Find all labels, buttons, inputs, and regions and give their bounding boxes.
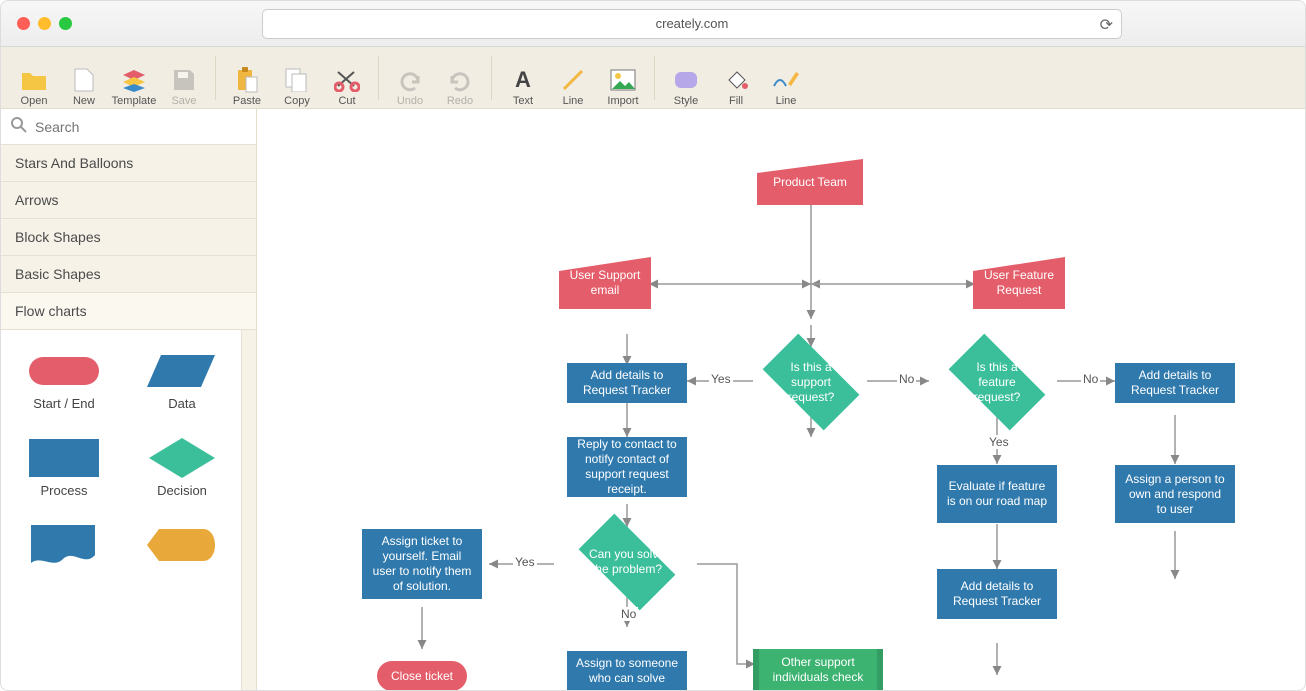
node-is-feature[interactable]: Is this a feature request? <box>937 347 1057 417</box>
open-button[interactable]: Open <box>9 49 59 107</box>
line-style-button[interactable]: Line <box>761 49 811 107</box>
paste-button[interactable]: Paste <box>222 49 272 107</box>
category-flow-charts[interactable]: Flow charts <box>1 293 256 330</box>
search-icon <box>11 117 27 136</box>
save-button[interactable]: Save <box>159 49 209 107</box>
node-other-support[interactable]: Other support individuals check <box>753 649 883 690</box>
node-add-details-1[interactable]: Add details to Request Tracker <box>567 363 687 403</box>
search <box>1 109 256 145</box>
label-no-3: No <box>619 607 638 621</box>
body: Stars And Balloons Arrows Block Shapes B… <box>1 109 1305 690</box>
copy-icon <box>285 65 309 95</box>
titlebar: creately.com ⟳ <box>1 1 1305 47</box>
node-assign-someone[interactable]: Assign to someone who can solve <box>567 651 687 690</box>
palette-document[interactable] <box>9 520 119 570</box>
redo-button[interactable]: Redo <box>435 49 485 107</box>
toolbar: Open New Template Save Paste C <box>1 47 1305 109</box>
line-button[interactable]: Line <box>548 49 598 107</box>
node-assign-person[interactable]: Assign a person to own and respond to us… <box>1115 465 1235 523</box>
node-assign-ticket[interactable]: Assign ticket to yourself. Email user to… <box>362 529 482 599</box>
palette-process[interactable]: Process <box>9 433 119 498</box>
line-icon <box>561 65 585 95</box>
window-controls <box>17 17 72 30</box>
node-user-feature-request[interactable]: User Feature Request <box>973 257 1065 309</box>
style-icon <box>673 65 699 95</box>
image-icon <box>610 65 636 95</box>
node-reply-contact[interactable]: Reply to contact to notify contact of su… <box>567 437 687 497</box>
node-user-support-email[interactable]: User Support email <box>559 257 651 309</box>
minimize-window-button[interactable] <box>38 17 51 30</box>
import-button[interactable]: Import <box>598 49 648 107</box>
node-close-ticket[interactable]: Close ticket <box>377 661 467 690</box>
palette-start-end[interactable]: Start / End <box>9 346 119 411</box>
label-no-2: No <box>1081 372 1100 386</box>
node-is-support[interactable]: Is this a support request? <box>751 347 871 417</box>
label-yes-1: Yes <box>709 372 733 386</box>
search-input[interactable] <box>33 118 246 136</box>
palette-decision[interactable]: Decision <box>127 433 237 498</box>
shape-palette: Start / End Data Process Decision <box>1 330 256 690</box>
template-button[interactable]: Template <box>109 49 159 107</box>
fill-icon <box>723 65 749 95</box>
text-button[interactable]: A Text <box>498 49 548 107</box>
category-basic-shapes[interactable]: Basic Shapes <box>1 256 256 293</box>
clipboard-icon <box>236 65 258 95</box>
layers-icon <box>121 65 147 95</box>
node-product-team[interactable]: Product Team <box>757 159 863 205</box>
reload-icon[interactable]: ⟳ <box>1100 15 1113 35</box>
node-evaluate-feature[interactable]: Evaluate if feature is on our road map <box>937 465 1057 523</box>
app-window: creately.com ⟳ Open New Template Save <box>0 0 1306 691</box>
maximize-window-button[interactable] <box>59 17 72 30</box>
scrollbar-thumb[interactable] <box>244 340 254 400</box>
url-bar[interactable]: creately.com ⟳ <box>262 9 1122 39</box>
category-arrows[interactable]: Arrows <box>1 182 256 219</box>
category-stars-balloons[interactable]: Stars And Balloons <box>1 145 256 182</box>
scissors-icon <box>334 65 360 95</box>
redo-icon <box>448 65 472 95</box>
label-yes-2: Yes <box>987 435 1011 449</box>
palette-data[interactable]: Data <box>127 346 237 411</box>
sidebar: Stars And Balloons Arrows Block Shapes B… <box>1 109 257 690</box>
palette-display[interactable] <box>127 520 237 570</box>
save-icon <box>173 65 195 95</box>
url-text: creately.com <box>656 16 729 31</box>
style-button[interactable]: Style <box>661 49 711 107</box>
pencil-icon <box>772 65 800 95</box>
node-add-details-3[interactable]: Add details to Request Tracker <box>937 569 1057 619</box>
close-window-button[interactable] <box>17 17 30 30</box>
node-can-solve[interactable]: Can you solve the problem? <box>567 527 687 597</box>
text-icon: A <box>515 65 531 95</box>
label-no-1: No <box>897 372 916 386</box>
new-button[interactable]: New <box>59 49 109 107</box>
undo-button[interactable]: Undo <box>385 49 435 107</box>
fill-button[interactable]: Fill <box>711 49 761 107</box>
node-add-details-2[interactable]: Add details to Request Tracker <box>1115 363 1235 403</box>
copy-button[interactable]: Copy <box>272 49 322 107</box>
undo-icon <box>398 65 422 95</box>
file-icon <box>74 65 94 95</box>
folder-icon <box>21 65 47 95</box>
canvas[interactable]: Product Team User Support email User Fea… <box>257 109 1305 690</box>
category-block-shapes[interactable]: Block Shapes <box>1 219 256 256</box>
cut-button[interactable]: Cut <box>322 49 372 107</box>
label-yes-3: Yes <box>513 555 537 569</box>
